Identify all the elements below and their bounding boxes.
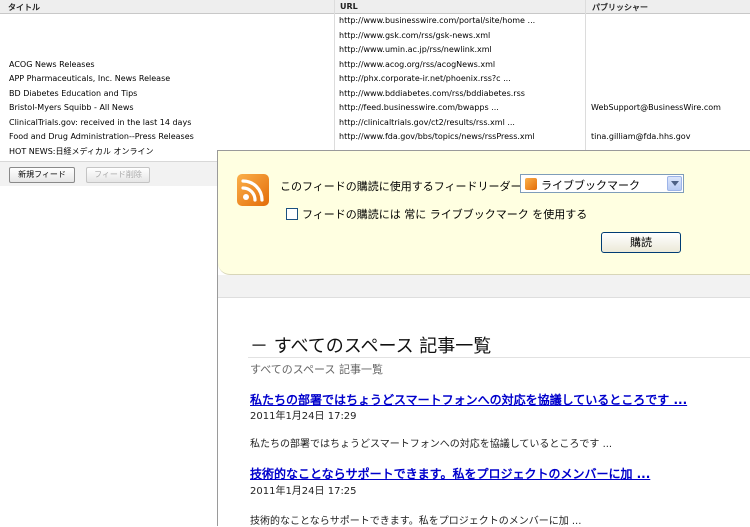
table-row[interactable]: ClinicalTrials.gov: received in the last… — [0, 116, 750, 131]
table-row[interactable]: http://www.gsk.com/rss/gsk-news.xml — [0, 29, 750, 44]
column-header-url[interactable]: URL — [340, 2, 358, 11]
feed-list-toolbar: 新規フィード フィード削除 — [0, 161, 220, 186]
table-row[interactable]: http://www.businesswire.com/portal/site/… — [0, 14, 750, 29]
table-row[interactable]: Bristol-Myers Squibb - All News http://f… — [0, 101, 750, 116]
feed-reader-label: このフィードの購読に使用するフィードリーダー: — [280, 180, 526, 193]
post-date: 2011年1月24日 17:29 — [250, 411, 357, 422]
feed-title-cell: BD Diabetes Education and Tips — [9, 88, 138, 98]
breadcrumb: すべてのスペース 記事一覧 — [250, 363, 383, 376]
feed-url-cell: http://phx.corporate-ir.net/phoenix.rss?… — [339, 74, 511, 83]
feed-url-cell: http://www.businesswire.com/portal/site/… — [339, 16, 536, 25]
always-use-label[interactable]: フィードの購読には 常に ライブブックマーク を使用する — [302, 206, 587, 222]
new-feed-button[interactable]: 新規フィード — [9, 167, 75, 183]
subscribe-button[interactable]: 購読 — [601, 232, 681, 253]
feed-table-body: http://www.businesswire.com/portal/site/… — [0, 14, 750, 159]
post-title-link[interactable]: 私たちの部署ではちょうどスマートフォンへの対応を協議しているところです ... — [250, 391, 687, 408]
livebookmark-icon — [525, 178, 537, 190]
column-header-title[interactable]: タイトル — [8, 2, 40, 13]
column-header-publisher[interactable]: パブリッシャー — [592, 2, 648, 13]
table-row[interactable]: Food and Drug Administration--Press Rele… — [0, 130, 750, 145]
post-date: 2011年1月24日 17:25 — [250, 486, 357, 497]
feed-reader-select[interactable]: ライブブックマーク — [520, 174, 684, 193]
delete-feed-button[interactable]: フィード削除 — [86, 167, 150, 183]
feed-publisher-cell: WebSupport@BusinessWire.com — [591, 103, 721, 112]
feed-url-cell: http://www.fda.gov/bbs/topics/news/rssPr… — [339, 132, 535, 141]
post-snippet: 技術的なことならサポートできます。私をプロジェクトのメンバーに加 ... — [250, 516, 582, 527]
rss-icon — [237, 174, 269, 206]
feed-url-cell: http://www.umin.ac.jp/rss/newlink.xml — [339, 45, 492, 54]
separator-band — [218, 275, 750, 298]
feed-publisher-cell: tina.gilliam@fda.hhs.gov — [591, 132, 691, 141]
table-row[interactable]: BD Diabetes Education and Tips http://ww… — [0, 87, 750, 102]
page-title: － すべてのスペース 記事一覧 — [250, 336, 492, 357]
table-row[interactable]: ACOG News Releases http://www.acog.org/r… — [0, 58, 750, 73]
feed-preview-window: このフィードの購読に使用するフィードリーダー: ライブブックマーク フィードの購… — [217, 150, 750, 527]
post-snippet: 私たちの部署ではちょうどスマートフォンへの対応を協議しているところです ... — [250, 439, 613, 450]
feed-title-cell: APP Pharmaceuticals, Inc. News Release — [9, 74, 171, 83]
feed-title-cell: Bristol-Myers Squibb - All News — [9, 103, 134, 112]
title-divider — [248, 357, 750, 358]
feed-url-cell: http://www.bddiabetes.com/rss/bddiabetes… — [339, 88, 525, 98]
table-row[interactable]: APP Pharmaceuticals, Inc. News Release h… — [0, 72, 750, 87]
feed-title-cell: Food and Drug Administration--Press Rele… — [9, 132, 194, 141]
subscribe-box: このフィードの購読に使用するフィードリーダー: ライブブックマーク フィードの購… — [218, 151, 750, 275]
chevron-down-icon[interactable] — [667, 176, 682, 191]
feed-title-cell: ClinicalTrials.gov: received in the last… — [9, 117, 192, 127]
feed-title-cell: ACOG News Releases — [9, 59, 95, 69]
table-row[interactable]: http://www.umin.ac.jp/rss/newlink.xml — [0, 43, 750, 58]
always-use-checkbox[interactable] — [286, 208, 298, 220]
post-title-link[interactable]: 技術的なことならサポートできます。私をプロジェクトのメンバーに加 ... — [250, 465, 650, 482]
feed-list-header: タイトル URL パブリッシャー — [0, 0, 750, 14]
feed-reader-selected: ライブブックマーク — [541, 179, 640, 192]
feed-url-cell: http://www.gsk.com/rss/gsk-news.xml — [339, 30, 491, 40]
feed-url-cell: http://feed.businesswire.com/bwapps ... — [339, 103, 499, 112]
feed-url-cell: http://clinicaltrials.gov/ct2/results/rs… — [339, 117, 515, 127]
feed-url-cell: http://www.acog.org/rss/acogNews.xml — [339, 59, 496, 69]
